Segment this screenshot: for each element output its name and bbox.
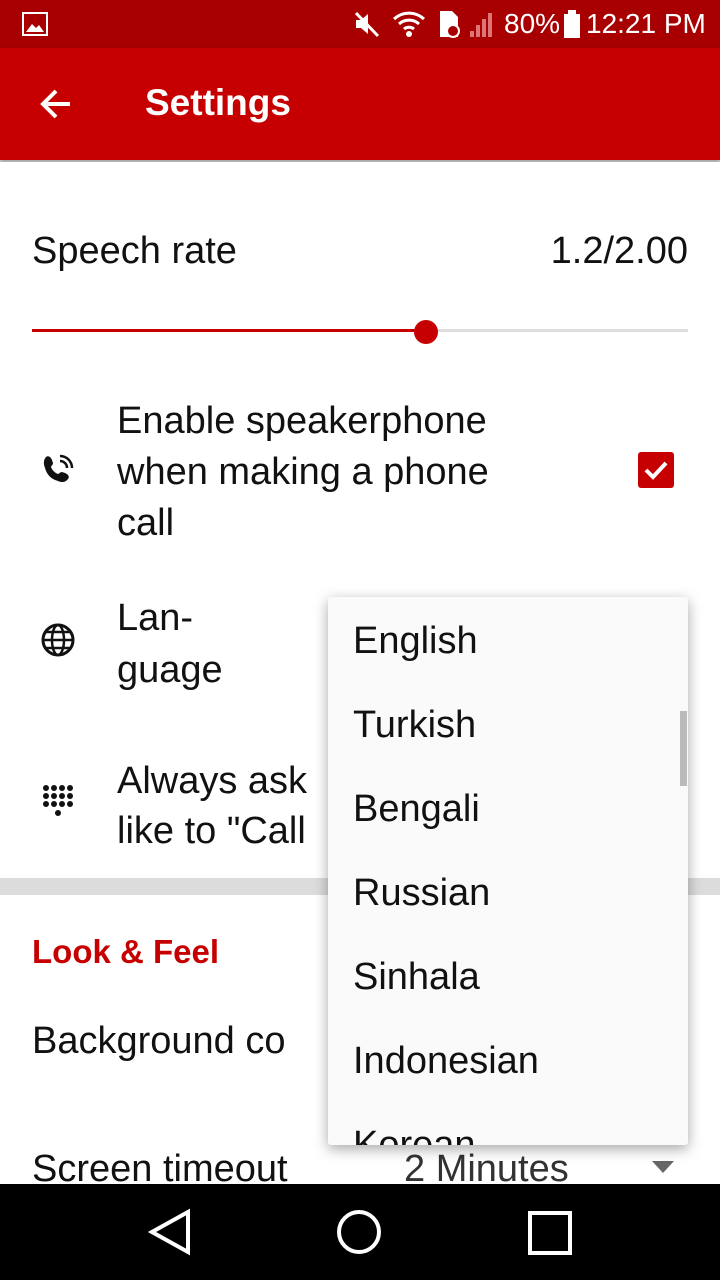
chevron-down-icon[interactable] xyxy=(652,1161,674,1173)
battery-icon xyxy=(564,10,580,38)
arrow-left-icon[interactable] xyxy=(38,86,74,122)
section-header: Look & Feel xyxy=(32,933,220,970)
globe-icon xyxy=(41,623,75,657)
language-label-2: guage xyxy=(117,649,223,691)
always-ask-label-2: like to "Call xyxy=(117,810,306,852)
back-nav-icon[interactable] xyxy=(148,1208,192,1256)
clock: 12:21 PM xyxy=(586,8,706,39)
slider-thumb[interactable] xyxy=(413,320,438,344)
image-icon xyxy=(22,12,48,36)
app-bar: Settings xyxy=(0,48,720,160)
dropdown-option[interactable]: Bengali xyxy=(353,784,480,834)
speakerphone-label-3: call xyxy=(117,502,175,544)
signal-icon xyxy=(470,13,492,37)
speakerphone-label-1: Enable speakerphone xyxy=(117,400,487,442)
battery-percent: 80% xyxy=(504,8,561,39)
dropdown-option[interactable]: Sinhala xyxy=(353,952,480,1002)
speech-rate-slider[interactable] xyxy=(32,320,688,344)
speakerphone-checkbox[interactable] xyxy=(637,451,675,489)
sd-card-error-icon xyxy=(440,11,460,38)
dropdown-option[interactable]: English xyxy=(353,616,478,666)
language-setting[interactable]: Lan- guage xyxy=(117,592,223,696)
page-title: Settings xyxy=(145,82,291,123)
dropdown-option[interactable]: Turkish xyxy=(353,700,476,750)
dropdown-option[interactable]: Korean xyxy=(353,1120,476,1145)
phone-call-icon xyxy=(43,454,74,483)
dropdown-option[interactable]: Russian xyxy=(353,868,490,918)
status-bar: 80% 12:21 PM xyxy=(0,0,720,48)
speakerphone-label-2: when making a phone xyxy=(117,451,489,493)
slider-fill xyxy=(32,329,426,332)
speech-rate-label: Speech rate xyxy=(32,230,237,272)
dialpad-icon xyxy=(43,785,73,816)
speech-rate-value: 1.2/2.00 xyxy=(550,230,688,272)
always-ask-label-1: Always ask xyxy=(117,760,308,802)
background-color-label[interactable]: Background co xyxy=(32,1015,286,1067)
wifi-icon xyxy=(392,11,426,37)
dropdown-option[interactable]: Indonesian xyxy=(353,1036,539,1086)
mute-icon xyxy=(354,11,380,38)
language-label-1: Lan- xyxy=(117,597,194,639)
scrollbar[interactable] xyxy=(680,711,687,786)
language-dropdown[interactable]: English Turkish Bengali Russian Sinhala Indon… xyxy=(328,597,688,1145)
recents-nav-icon[interactable] xyxy=(528,1211,572,1255)
navigation-bar xyxy=(0,1184,720,1280)
home-nav-icon[interactable] xyxy=(336,1209,382,1255)
